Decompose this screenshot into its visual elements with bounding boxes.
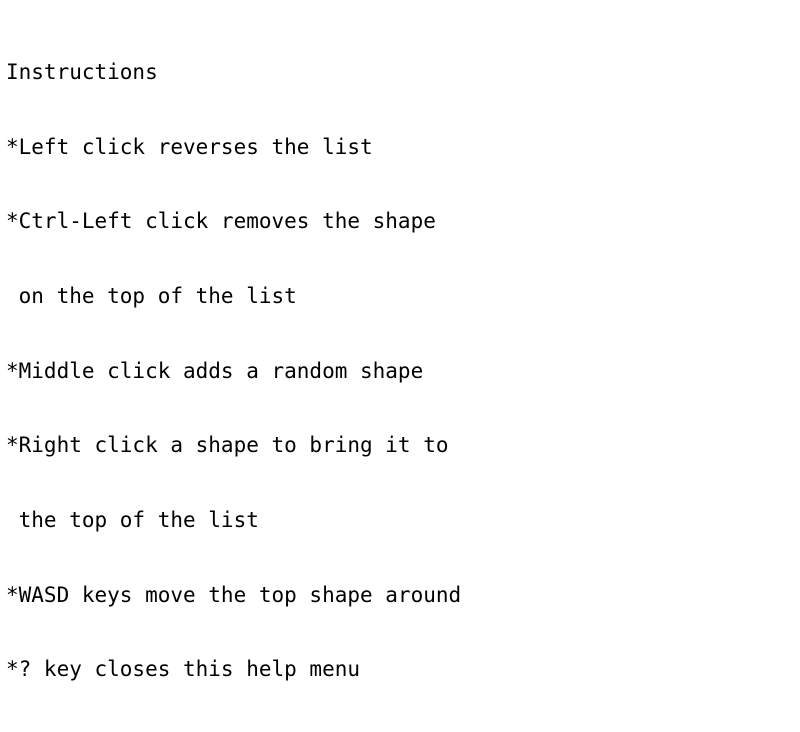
drawing-canvas[interactable]: Instructions *Left click reverses the li… bbox=[0, 0, 800, 681]
help-menu: Instructions *Left click reverses the li… bbox=[6, 10, 461, 732]
help-title: Instructions bbox=[6, 59, 158, 84]
help-line-ctrl-left-click-continued: on the top of the list bbox=[6, 283, 297, 308]
help-line-right-click: *Right click a shape to bring it to bbox=[6, 433, 449, 458]
help-line-question-key: *? key closes this help menu bbox=[6, 657, 361, 682]
help-line-wasd-keys: *WASD keys move the top shape around bbox=[6, 582, 462, 607]
help-line-ctrl-left-click: *Ctrl-Left click removes the shape bbox=[6, 209, 436, 234]
help-line-middle-click: *Middle click adds a random shape bbox=[6, 358, 424, 383]
help-line-left-click: *Left click reverses the list bbox=[6, 134, 373, 159]
help-line-right-click-continued: the top of the list bbox=[6, 508, 259, 533]
